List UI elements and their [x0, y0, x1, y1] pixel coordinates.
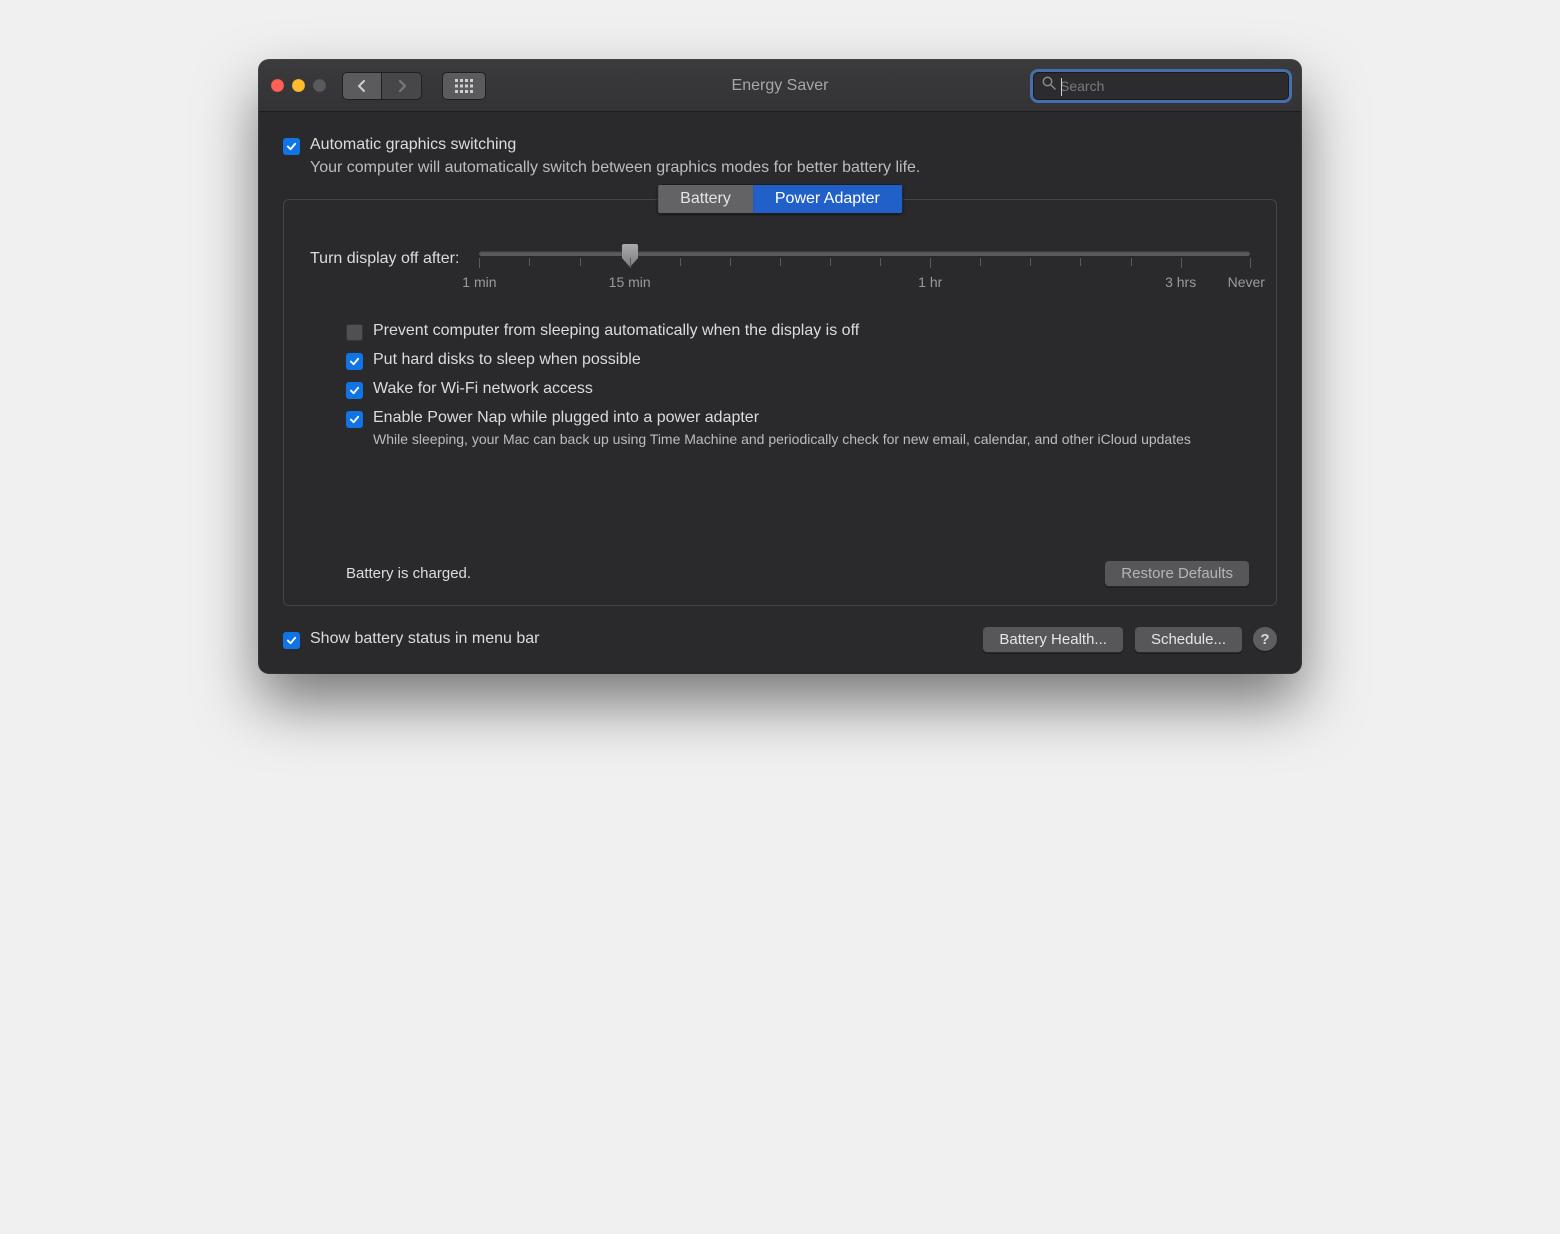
auto-graphics-row: Automatic graphics switching — [283, 136, 1277, 155]
tab-power-adapter[interactable]: Power Adapter — [753, 184, 903, 214]
display-sleep-slider[interactable]: 1 min 15 min 1 hr 3 hrs Never — [479, 248, 1250, 292]
show-battery-label: Show battery status in menu bar — [310, 630, 539, 648]
window-footer: Show battery status in menu bar Battery … — [283, 626, 1277, 653]
battery-health-button[interactable]: Battery Health... — [982, 626, 1124, 653]
content-area: Automatic graphics switching Your comput… — [259, 112, 1301, 673]
power-nap-row: Enable Power Nap while plugged into a po… — [346, 409, 1250, 428]
nav-buttons — [342, 72, 422, 100]
power-options-list: Prevent computer from sleeping automatic… — [346, 322, 1250, 450]
prevent-sleep-row: Prevent computer from sleeping automatic… — [346, 322, 1250, 341]
zoom-window-button — [313, 79, 326, 92]
help-icon: ? — [1260, 631, 1269, 648]
power-nap-checkbox[interactable] — [346, 411, 363, 428]
tick-1min: 1 min — [462, 274, 496, 290]
wake-wifi-label: Wake for Wi-Fi network access — [373, 380, 593, 398]
minimize-window-button[interactable] — [292, 79, 305, 92]
restore-defaults-button[interactable]: Restore Defaults — [1104, 560, 1250, 587]
tab-battery[interactable]: Battery — [657, 184, 753, 214]
power-source-tabs: Battery Power Adapter — [657, 184, 903, 214]
show-all-button[interactable] — [442, 72, 486, 100]
panel-footer: Battery is charged. Restore Defaults — [346, 560, 1250, 587]
power-settings-panel: Battery Power Adapter Turn display off a… — [283, 199, 1277, 606]
text-cursor — [1061, 78, 1062, 96]
battery-status: Battery is charged. — [346, 565, 471, 582]
display-sleep-label: Turn display off after: — [310, 250, 459, 268]
tick-1hr: 1 hr — [918, 274, 942, 290]
auto-graphics-description: Your computer will automatically switch … — [310, 159, 1277, 177]
power-nap-label: Enable Power Nap while plugged into a po… — [373, 409, 759, 427]
hard-disks-checkbox[interactable] — [346, 353, 363, 370]
auto-graphics-checkbox[interactable] — [283, 138, 300, 155]
search-icon — [1042, 76, 1060, 95]
search-input[interactable] — [1060, 78, 1280, 94]
wake-wifi-checkbox[interactable] — [346, 382, 363, 399]
titlebar: Energy Saver — [259, 60, 1301, 112]
close-window-button[interactable] — [271, 79, 284, 92]
slider-ticks — [479, 258, 1250, 268]
help-button[interactable]: ? — [1253, 627, 1277, 651]
prevent-sleep-checkbox[interactable] — [346, 324, 363, 341]
back-button[interactable] — [342, 72, 382, 100]
show-battery-checkbox[interactable] — [283, 632, 300, 649]
tick-never: Never — [1228, 274, 1265, 290]
forward-button — [382, 72, 422, 100]
preferences-window: Energy Saver Automatic graphics switchin… — [259, 60, 1301, 673]
auto-graphics-label: Automatic graphics switching — [310, 136, 516, 154]
wake-wifi-row: Wake for Wi-Fi network access — [346, 380, 1250, 399]
prevent-sleep-label: Prevent computer from sleeping automatic… — [373, 322, 859, 340]
tick-3hrs: 3 hrs — [1165, 274, 1196, 290]
power-nap-description: While sleeping, your Mac can back up usi… — [373, 430, 1250, 450]
slider-tick-labels: 1 min 15 min 1 hr 3 hrs Never — [479, 274, 1250, 292]
hard-disks-label: Put hard disks to sleep when possible — [373, 351, 641, 369]
slider-track — [479, 251, 1250, 256]
tick-15min: 15 min — [609, 274, 651, 290]
display-sleep-slider-row: Turn display off after: — [310, 248, 1250, 292]
search-field[interactable] — [1033, 72, 1289, 100]
hard-disks-row: Put hard disks to sleep when possible — [346, 351, 1250, 370]
window-controls — [271, 79, 326, 92]
schedule-button[interactable]: Schedule... — [1134, 626, 1243, 653]
